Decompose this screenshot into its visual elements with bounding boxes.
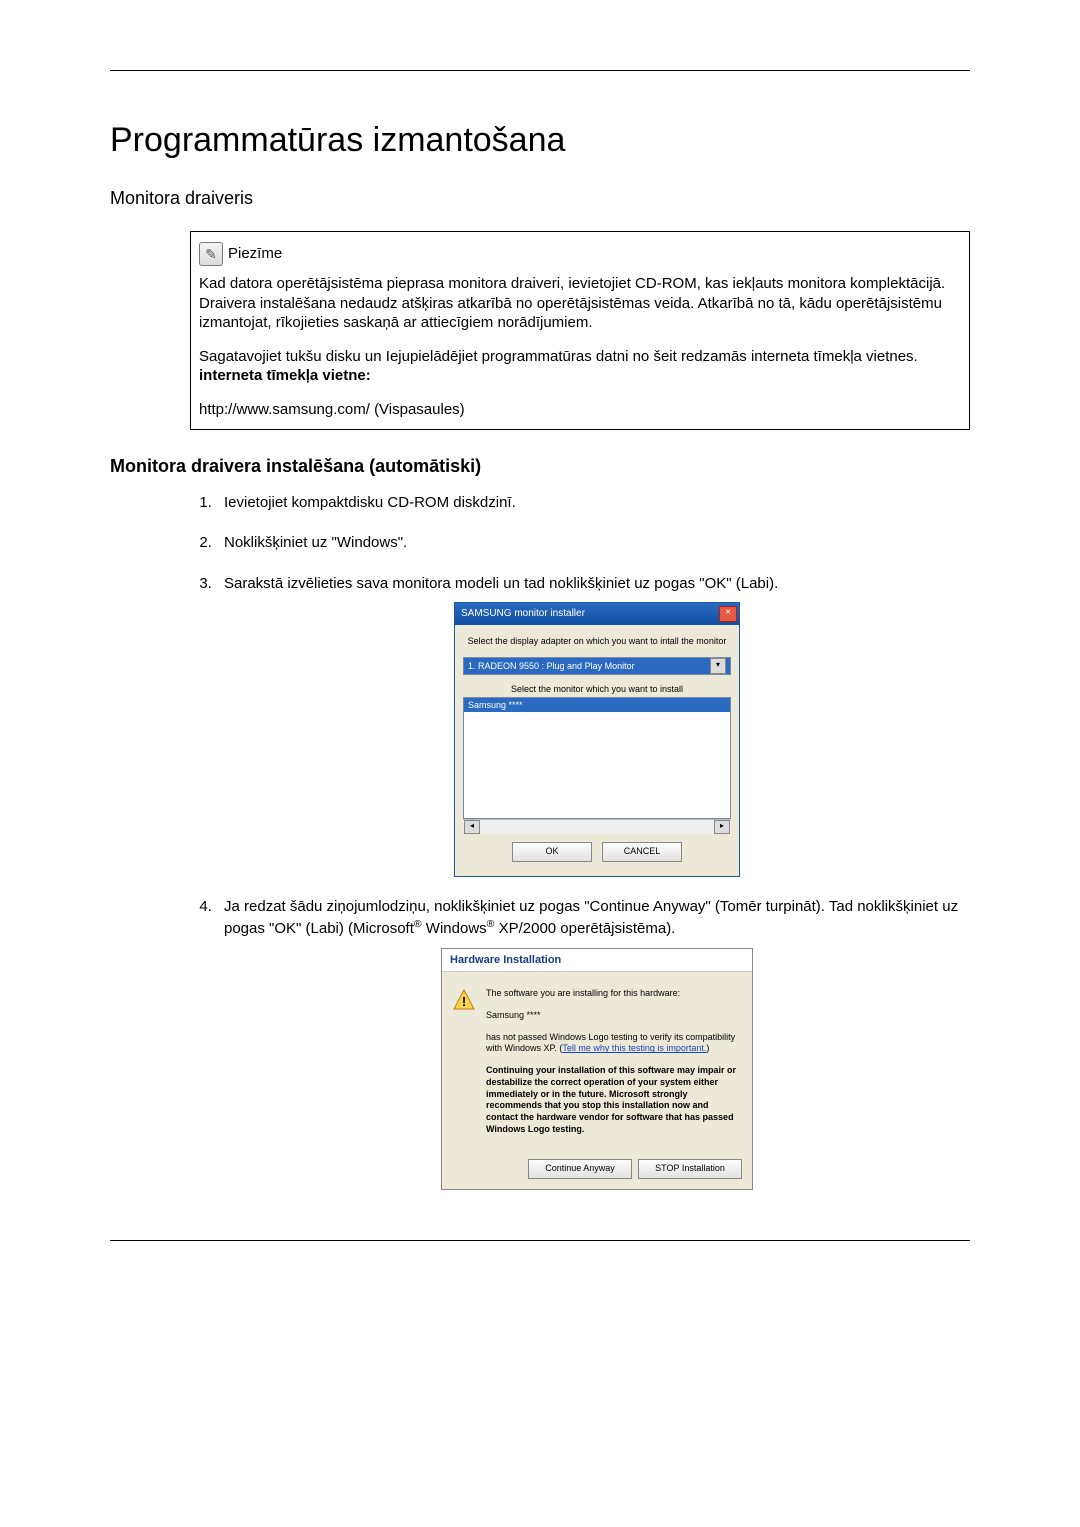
chevron-down-icon[interactable]: ▾ <box>710 658 726 674</box>
scroll-left-icon[interactable]: ◂ <box>464 820 480 834</box>
note-paragraph-2: Sagatavojiet tukšu disku un Iejupielādēj… <box>199 347 961 386</box>
step-4-text-b: Windows <box>422 920 487 937</box>
step-4-text-c: XP/2000 operētājsistēma). <box>494 920 675 937</box>
note-p2-text: Sagatavojiet tukšu disku un Iejupielādēj… <box>199 348 918 365</box>
section-auto-install: Monitora draivera instalēšana (automātis… <box>110 456 970 477</box>
section-monitor-driver: Monitora draiveris <box>110 188 970 209</box>
monitor-list[interactable]: Samsung **** <box>463 697 731 819</box>
installer-label-1: Select the display adapter on which you … <box>463 635 731 647</box>
bottom-rule <box>110 1240 970 1241</box>
cancel-button[interactable]: CANCEL <box>602 842 682 862</box>
page-title: Programmatūras izmantošana <box>110 121 970 160</box>
close-icon[interactable]: × <box>719 606 737 622</box>
hw-line-2: Samsung **** <box>486 1010 742 1022</box>
hardware-dialog: Hardware Installation ! The software you… <box>441 948 753 1191</box>
installer-titlebar: SAMSUNG monitor installer × <box>455 603 739 625</box>
ok-button[interactable]: OK <box>512 842 592 862</box>
stop-installation-button[interactable]: STOP Installation <box>638 1159 742 1179</box>
step-4: Ja redzat šādu ziņojumlodziņu, noklikšķi… <box>216 897 970 1190</box>
continue-anyway-button[interactable]: Continue Anyway <box>528 1159 632 1179</box>
note-paragraph-1: Kad datora operētājsistēma pieprasa moni… <box>199 274 961 333</box>
note-icon: ✎ <box>199 242 223 266</box>
hw-line-3: has not passed Windows Logo testing to v… <box>486 1032 742 1055</box>
svg-text:!: ! <box>462 994 466 1009</box>
step-3-text: Sarakstā izvēlieties sava monitora model… <box>224 575 778 592</box>
hw-warning-paragraph: Continuing your installation of this sof… <box>486 1065 742 1135</box>
top-rule <box>110 70 970 71</box>
warning-icon: ! <box>452 988 476 1012</box>
adapter-select-value: 1. RADEON 9550 : Plug and Play Monitor <box>468 660 635 672</box>
steps-list: Ievietojiet kompaktdisku CD-ROM diskdzin… <box>190 493 970 1190</box>
note-label: Piezīme <box>228 244 282 264</box>
note-box: ✎ Piezīme Kad datora operētājsistēma pie… <box>190 231 970 430</box>
scroll-right-icon[interactable]: ▸ <box>714 820 730 834</box>
adapter-select[interactable]: 1. RADEON 9550 : Plug and Play Monitor ▾ <box>463 657 731 675</box>
hardware-dialog-title: Hardware Installation <box>442 949 752 973</box>
step-1: Ievietojiet kompaktdisku CD-ROM diskdzin… <box>216 493 970 513</box>
note-url: http://www.samsung.com/ (Vispasaules) <box>199 400 961 420</box>
hw-line-1: The software you are installing for this… <box>486 988 742 1000</box>
hw-line-3b: ) <box>706 1043 709 1053</box>
step-2: Noklikšķiniet uz "Windows". <box>216 533 970 553</box>
horizontal-scrollbar[interactable]: ◂ ▸ <box>463 819 731 834</box>
installer-label-2: Select the monitor which you want to ins… <box>463 683 731 695</box>
monitor-list-item[interactable]: Samsung **** <box>464 698 730 712</box>
reg-mark: ® <box>414 918 422 930</box>
installer-title-text: SAMSUNG monitor installer <box>461 607 585 621</box>
step-3: Sarakstā izvēlieties sava monitora model… <box>216 574 970 878</box>
note-site-label: interneta tīmekļa vietne: <box>199 367 371 384</box>
installer-dialog: SAMSUNG monitor installer × Select the d… <box>454 602 740 877</box>
tell-me-why-link[interactable]: Tell me why this testing is important. <box>562 1043 706 1053</box>
